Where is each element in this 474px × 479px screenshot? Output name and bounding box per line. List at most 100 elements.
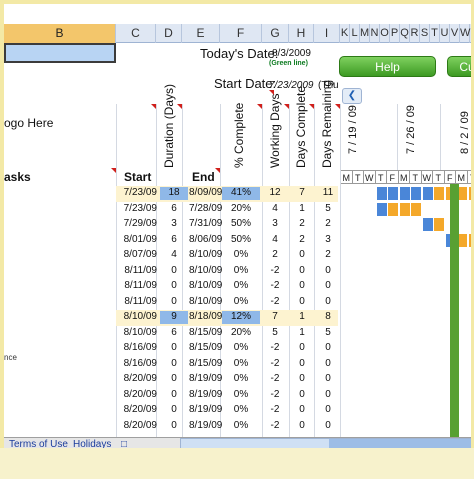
- start-cell[interactable]: 7/29/09: [119, 218, 157, 229]
- start-cell[interactable]: 8/11/09: [119, 296, 157, 307]
- help-button[interactable]: Help: [339, 56, 436, 77]
- end-cell[interactable]: 8/19/09: [189, 373, 222, 384]
- end-cell[interactable]: 8/06/09: [189, 234, 222, 245]
- days-remaining-cell[interactable]: 2: [316, 218, 340, 229]
- working-days-cell[interactable]: -2: [262, 296, 288, 307]
- days-remaining-cell[interactable]: 11: [316, 187, 340, 198]
- table-row[interactable]: 8/01/09 6 8/06/09 50% 4 2 3: [4, 233, 471, 249]
- table-row[interactable]: 8/07/09 4 8/10/09 0% 2 0 2: [4, 248, 471, 264]
- days-complete-cell[interactable]: 0: [289, 249, 315, 260]
- column-header-c[interactable]: C: [116, 24, 156, 43]
- column-header-k[interactable]: K: [340, 24, 350, 43]
- column-header-u[interactable]: U: [440, 24, 450, 43]
- duration-cell[interactable]: 9: [160, 311, 188, 324]
- start-cell[interactable]: 8/07/09: [119, 249, 157, 260]
- column-header-v[interactable]: V: [450, 24, 460, 43]
- start-cell[interactable]: 8/10/09: [119, 311, 157, 322]
- percent-cell[interactable]: 12%: [222, 311, 260, 324]
- end-cell[interactable]: 8/10/09: [189, 249, 222, 260]
- duration-cell[interactable]: 0: [160, 296, 188, 307]
- end-cell[interactable]: 8/10/09: [189, 280, 222, 291]
- working-days-cell[interactable]: -2: [262, 342, 288, 353]
- column-header-f[interactable]: F: [220, 24, 262, 43]
- duration-cell[interactable]: 0: [160, 280, 188, 291]
- table-row[interactable]: 8/16/09 0 8/15/09 0% -2 0 0: [4, 357, 471, 373]
- start-cell[interactable]: 7/23/09: [119, 187, 157, 198]
- duration-cell[interactable]: 3: [160, 218, 188, 229]
- column-header-e[interactable]: E: [182, 24, 220, 43]
- column-header-o[interactable]: O: [380, 24, 390, 43]
- column-header-x[interactable]: X: [470, 24, 472, 43]
- start-cell[interactable]: 8/10/09: [119, 327, 157, 338]
- column-header-q[interactable]: Q: [400, 24, 410, 43]
- comment-indicator[interactable]: [269, 90, 274, 95]
- duration-cell[interactable]: 0: [160, 404, 188, 415]
- end-cell[interactable]: 8/15/09: [189, 358, 222, 369]
- column-header-b[interactable]: B: [4, 24, 116, 43]
- days-complete-cell[interactable]: 0: [289, 404, 315, 415]
- column-header-l[interactable]: L: [350, 24, 360, 43]
- days-remaining-cell[interactable]: 0: [316, 358, 340, 369]
- working-days-cell[interactable]: -2: [262, 373, 288, 384]
- days-remaining-cell[interactable]: 0: [316, 280, 340, 291]
- working-days-cell[interactable]: -2: [262, 280, 288, 291]
- days-complete-cell[interactable]: 0: [289, 280, 315, 291]
- start-cell[interactable]: 8/11/09: [119, 265, 157, 276]
- duration-cell[interactable]: 0: [160, 265, 188, 276]
- table-row[interactable]: 8/11/09 0 8/10/09 0% -2 0 0: [4, 295, 471, 311]
- end-cell[interactable]: 8/15/09: [189, 342, 222, 353]
- days-remaining-cell[interactable]: 5: [316, 327, 340, 338]
- column-header-i[interactable]: I: [314, 24, 340, 43]
- days-remaining-cell[interactable]: 0: [316, 296, 340, 307]
- end-cell[interactable]: 8/19/09: [189, 389, 222, 400]
- end-cell[interactable]: 8/19/09: [189, 420, 222, 431]
- table-row[interactable]: 7/29/09 3 7/31/09 50% 3 2 2: [4, 217, 471, 233]
- days-remaining-cell[interactable]: 8: [316, 311, 340, 322]
- duration-cell[interactable]: 0: [160, 342, 188, 353]
- percent-cell[interactable]: 50%: [222, 234, 260, 245]
- table-row[interactable]: 8/11/09 0 8/10/09 0% -2 0 0: [4, 264, 471, 280]
- comment-indicator[interactable]: [335, 104, 340, 109]
- start-cell[interactable]: 8/20/09: [119, 404, 157, 415]
- table-row[interactable]: 8/20/09 0 8/19/09 0% -2 0 0: [4, 419, 471, 435]
- end-cell[interactable]: 7/31/09: [189, 218, 222, 229]
- end-cell[interactable]: 8/15/09: [189, 327, 222, 338]
- duration-cell[interactable]: 0: [160, 420, 188, 431]
- duration-cell[interactable]: 4: [160, 249, 188, 260]
- days-complete-cell[interactable]: 0: [289, 296, 315, 307]
- comment-indicator[interactable]: [309, 104, 314, 109]
- days-complete-cell[interactable]: 1: [289, 311, 315, 322]
- percent-cell[interactable]: 41%: [222, 187, 260, 200]
- table-row[interactable]: 8/11/09 0 8/10/09 0% -2 0 0: [4, 279, 471, 295]
- days-remaining-cell[interactable]: 0: [316, 265, 340, 276]
- percent-cell[interactable]: 0%: [222, 249, 260, 260]
- percent-cell[interactable]: 0%: [222, 389, 260, 400]
- todays-date-value[interactable]: 8/3/2009: [272, 48, 311, 59]
- column-header-s[interactable]: S: [420, 24, 430, 43]
- comment-indicator[interactable]: [151, 104, 156, 109]
- cu-button[interactable]: Cu: [447, 56, 471, 77]
- working-days-cell[interactable]: 3: [262, 218, 288, 229]
- days-remaining-cell[interactable]: 0: [316, 389, 340, 400]
- end-cell[interactable]: 8/09/09: [189, 187, 222, 198]
- table-row[interactable]: 8/10/09 6 8/15/09 20% 5 1 5: [4, 326, 471, 342]
- end-cell[interactable]: 8/10/09: [189, 296, 222, 307]
- working-days-cell[interactable]: -2: [262, 389, 288, 400]
- column-header-n[interactable]: N: [370, 24, 380, 43]
- percent-cell[interactable]: 0%: [222, 342, 260, 353]
- start-cell[interactable]: 8/20/09: [119, 373, 157, 384]
- start-cell[interactable]: 8/16/09: [119, 358, 157, 369]
- duration-cell[interactable]: 18: [160, 187, 188, 200]
- column-header-h[interactable]: H: [289, 24, 314, 43]
- duration-cell[interactable]: 0: [160, 389, 188, 400]
- start-cell[interactable]: 8/01/09: [119, 234, 157, 245]
- duration-cell[interactable]: 0: [160, 358, 188, 369]
- percent-cell[interactable]: 0%: [222, 373, 260, 384]
- working-days-cell[interactable]: -2: [262, 265, 288, 276]
- end-cell[interactable]: 8/19/09: [189, 404, 222, 415]
- percent-cell[interactable]: 0%: [222, 420, 260, 431]
- start-cell[interactable]: 8/16/09: [119, 342, 157, 353]
- comment-indicator[interactable]: [111, 168, 116, 173]
- days-complete-cell[interactable]: 0: [289, 342, 315, 353]
- days-complete-cell[interactable]: 2: [289, 218, 315, 229]
